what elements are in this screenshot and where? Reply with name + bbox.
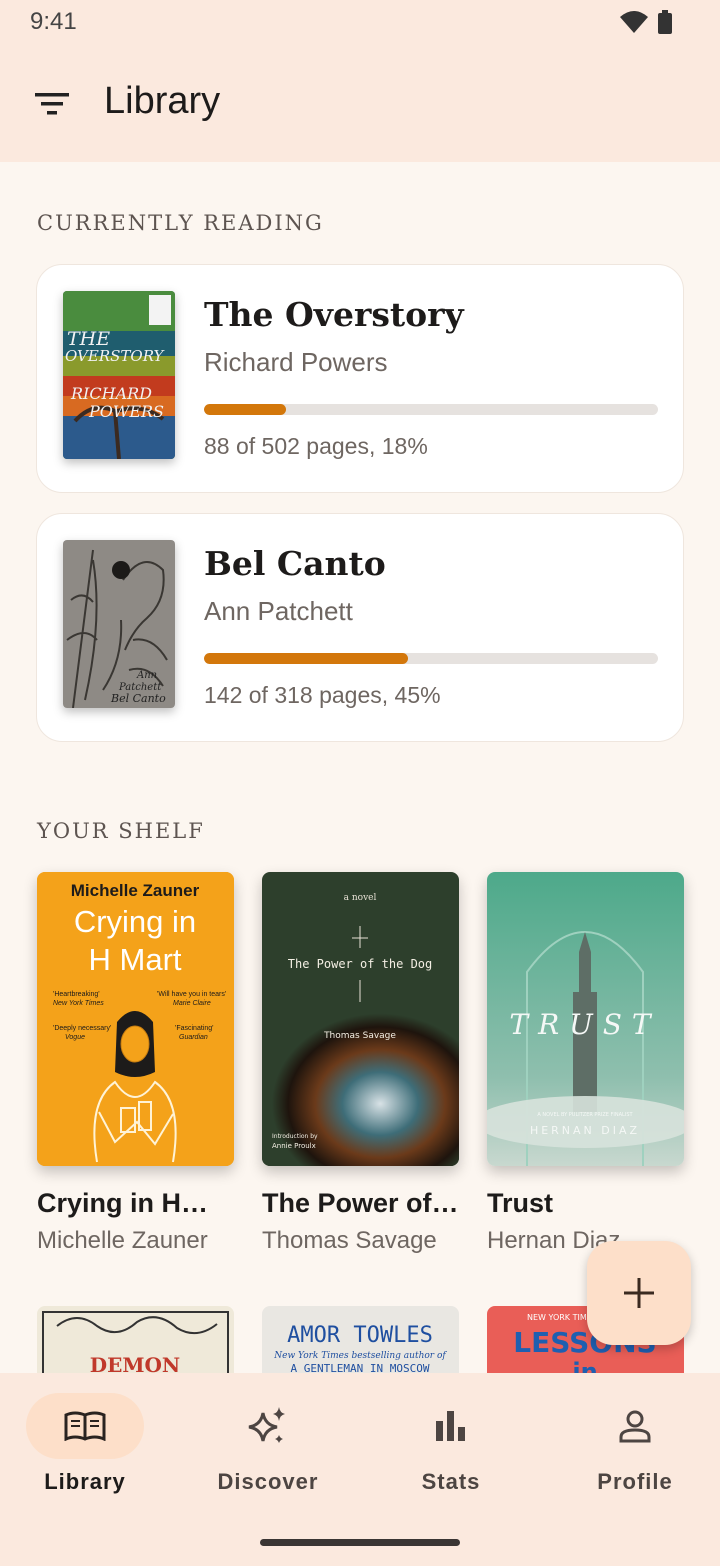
cover-tag: A NOVEL BY PULITZER PRIZE FINALIST <box>537 1112 633 1118</box>
nav-label: Library <box>44 1469 126 1494</box>
book-author: Thomas Savage <box>262 1227 437 1254</box>
cover-quote-source: Guardian <box>179 1034 208 1041</box>
bar-chart-icon <box>436 1411 465 1441</box>
wifi-icon <box>620 11 648 33</box>
bottom-navigation: Library Discover Stats Profile <box>0 1373 720 1566</box>
nav-item-library[interactable]: Library <box>0 1393 180 1503</box>
cover-title: H Mart <box>89 942 182 977</box>
nav-label: Profile <box>597 1469 673 1494</box>
cover-intro: Introduction by <box>272 1133 318 1140</box>
cover-quote-source: Marie Claire <box>173 1000 211 1007</box>
progress-bar <box>204 404 658 415</box>
progress-fill <box>204 653 409 664</box>
battery-icon <box>658 10 672 34</box>
book-cover: a novel The Power of the Dog Thomas Sava… <box>262 872 459 1166</box>
cover-quote-source: Vogue <box>65 1034 85 1041</box>
cover-author: Thomas Savage <box>323 1031 396 1041</box>
book-cover: THE OVERSTORY RICHARD POWERS <box>63 291 175 459</box>
cover-tag: a novel <box>344 893 377 903</box>
progress-fill <box>204 404 286 415</box>
filter-menu-button[interactable] <box>26 78 78 130</box>
plus-icon <box>624 1278 654 1308</box>
cover-quote: 'Fascinating' <box>175 1025 213 1032</box>
cover-title: The Power of the Dog <box>288 957 433 971</box>
person-icon <box>619 1410 651 1443</box>
page-title: Library <box>104 80 221 122</box>
nav-label: Discover <box>217 1469 319 1494</box>
book-title: Bel Canto <box>204 544 386 583</box>
book-title: Crying in H… <box>37 1188 209 1218</box>
status-bar: 9:41 <box>0 0 720 44</box>
book-author: Michelle Zauner <box>37 1227 208 1254</box>
nav-item-stats[interactable]: Stats <box>366 1393 546 1503</box>
cover-author: Michelle Zauner <box>71 881 200 900</box>
app-bar: Library <box>0 44 720 162</box>
cover-quote: 'Heartbreaking' <box>53 991 100 998</box>
nav-item-discover[interactable]: Discover <box>183 1393 363 1503</box>
cover-author: HERNAN DIAZ <box>530 1124 640 1137</box>
shelf-book[interactable]: TRUST A NOVEL BY PULITZER PRIZE FINALIST… <box>487 872 684 1255</box>
cover-title: TRUST <box>509 1008 660 1041</box>
sparkle-icon <box>248 1407 285 1443</box>
cover-text: OVERSTORY <box>65 347 166 365</box>
book-cover: Michelle Zauner Crying in H Mart 'Heartb… <box>37 872 234 1166</box>
cover-title: Crying in <box>74 904 196 939</box>
book-title: The Overstory <box>204 295 464 334</box>
cover-intro-name: Annie Proulx <box>272 1142 316 1150</box>
home-indicator[interactable] <box>260 1539 460 1546</box>
section-label-currently-reading: CURRENTLY READING <box>37 211 324 235</box>
cover-quote-source: New York Times <box>53 1000 104 1007</box>
nav-item-profile[interactable]: Profile <box>550 1393 720 1503</box>
book-title: Trust <box>487 1188 554 1218</box>
nav-indicator <box>576 1393 694 1459</box>
cover-text: Bel Canto <box>110 692 166 705</box>
book-author: Richard Powers <box>204 347 388 377</box>
cover-quote: 'Will have you in tears' <box>157 991 226 998</box>
filter-icon <box>35 93 69 115</box>
progress-text: 142 of 318 pages, 45% <box>204 682 441 708</box>
cover-quote: 'Deeply necessary' <box>53 1025 111 1032</box>
nav-label: Stats <box>421 1469 481 1494</box>
status-icons <box>620 10 672 34</box>
nav-indicator <box>209 1393 327 1459</box>
cover-author: AMOR TOWLES <box>287 1323 433 1348</box>
book-cover: TRUST A NOVEL BY PULITZER PRIZE FINALIST… <box>487 872 684 1166</box>
cover-text: Ann <box>136 670 157 681</box>
nav-indicator <box>392 1393 510 1459</box>
shelf-book[interactable]: a novel The Power of the Dog Thomas Sava… <box>262 872 459 1255</box>
shelf-book[interactable]: Michelle Zauner Crying in H Mart 'Heartb… <box>37 872 234 1255</box>
status-time: 9:41 <box>30 8 77 35</box>
book-cover: Ann Patchett Bel Canto <box>63 540 175 708</box>
book-title: The Power of… <box>262 1188 459 1218</box>
cover-text: RICHARD <box>70 384 152 403</box>
book-open-icon <box>64 1411 106 1441</box>
reading-card[interactable]: THE OVERSTORY RICHARD POWERS The Oversto… <box>36 264 684 493</box>
book-author: Ann Patchett <box>204 596 353 626</box>
progress-text: 88 of 502 pages, 18% <box>204 433 428 459</box>
reading-card[interactable]: Ann Patchett Bel Canto Bel Canto Ann Pat… <box>36 513 684 742</box>
add-book-button[interactable] <box>587 1241 691 1345</box>
section-label-your-shelf: YOUR SHELF <box>37 819 205 843</box>
nav-indicator <box>26 1393 144 1459</box>
cover-sub: New York Times bestselling author of <box>273 1351 447 1361</box>
progress-bar <box>204 653 658 664</box>
cover-text: POWERS <box>88 402 164 421</box>
